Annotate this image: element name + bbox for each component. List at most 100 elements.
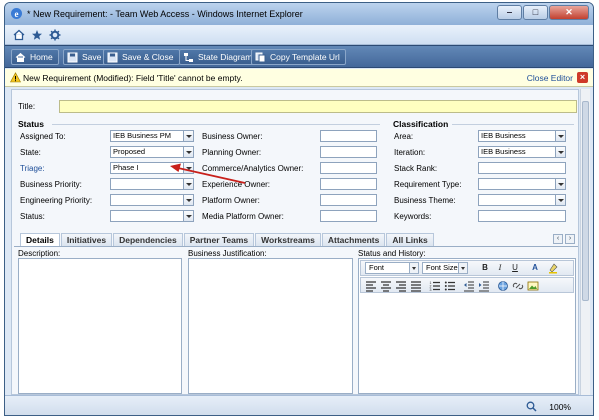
rich-text-toolbar-row1: Font Font Size B I U A — [360, 260, 574, 276]
close-editor-icon[interactable]: × — [577, 72, 588, 83]
chevron-down-icon[interactable] — [183, 211, 193, 221]
insert-hyperlink-icon[interactable] — [497, 280, 509, 292]
status-label: Status: — [20, 212, 45, 221]
ie-icon: e — [11, 8, 22, 19]
chevron-down-icon[interactable] — [183, 179, 193, 189]
underline-button[interactable]: U — [509, 262, 521, 274]
tab-strip: Details Initiatives Dependencies Partner… — [20, 233, 435, 246]
business-theme-dropdown[interactable] — [478, 194, 566, 206]
iteration-dropdown[interactable]: IEB Business — [478, 146, 566, 158]
requirement-type-dropdown[interactable] — [478, 178, 566, 190]
zoom-icon[interactable] — [526, 401, 537, 412]
triage-dropdown[interactable]: Phase I — [110, 162, 194, 174]
experience-owner-input[interactable] — [320, 178, 377, 190]
close-window-button[interactable]: ✕ — [549, 5, 589, 20]
favorites-star-icon[interactable] — [31, 29, 43, 41]
description-editor[interactable] — [18, 258, 182, 394]
chevron-down-icon[interactable] — [183, 147, 193, 157]
rich-text-toolbar-row2: 123 — [360, 277, 574, 293]
home-icon[interactable] — [13, 29, 25, 41]
business-owner-input[interactable] — [320, 130, 377, 142]
tab-scroll-right-icon[interactable]: › — [565, 234, 575, 244]
chevron-down-icon[interactable] — [183, 131, 193, 141]
close-icon: ✕ — [565, 7, 573, 17]
tab-dependencies[interactable]: Dependencies — [113, 233, 183, 246]
engineering-priority-dropdown[interactable] — [110, 194, 194, 206]
italic-button[interactable]: I — [494, 262, 506, 274]
save-close-icon — [107, 52, 118, 63]
commerce-analytics-owner-input[interactable] — [320, 162, 377, 174]
keywords-input[interactable] — [478, 210, 566, 222]
validation-message: New Requirement (Modified): Field 'Title… — [23, 73, 243, 83]
engineering-priority-label: Engineering Priority: — [20, 196, 93, 205]
minimize-button[interactable]: ‒ — [497, 5, 522, 20]
tools-gear-icon[interactable] — [49, 29, 61, 41]
status-dropdown[interactable] — [110, 210, 194, 222]
chevron-down-icon — [409, 263, 418, 273]
triage-label: Triage: — [20, 164, 45, 173]
home-button[interactable]: Home — [11, 49, 59, 65]
business-justification-editor[interactable] — [188, 258, 353, 394]
chevron-down-icon[interactable] — [555, 147, 565, 157]
align-left-icon[interactable] — [365, 280, 377, 292]
platform-owner-input[interactable] — [320, 194, 377, 206]
state-dropdown[interactable]: Proposed — [110, 146, 194, 158]
title-input[interactable] — [59, 100, 577, 113]
bold-button[interactable]: B — [479, 262, 491, 274]
copy-template-url-label: Copy Template Url — [270, 52, 340, 62]
font-select[interactable]: Font — [365, 262, 419, 274]
planning-owner-input[interactable] — [320, 146, 377, 158]
chevron-down-icon[interactable] — [183, 195, 193, 205]
media-platform-owner-input[interactable] — [320, 210, 377, 222]
warning-icon — [10, 72, 21, 83]
svg-text:e: e — [15, 9, 19, 19]
browser-command-bar — [5, 25, 593, 45]
home-icon — [15, 52, 26, 62]
chevron-down-icon[interactable] — [183, 163, 193, 173]
tab-scroll-left-icon[interactable]: ‹ — [553, 234, 563, 244]
chevron-down-icon[interactable] — [555, 131, 565, 141]
tab-initiatives[interactable]: Initiatives — [60, 233, 113, 246]
align-right-icon[interactable] — [395, 280, 407, 292]
maximize-button[interactable]: □ — [523, 5, 548, 20]
home-label: Home — [30, 52, 53, 62]
requirement-type-label: Requirement Type: — [394, 180, 462, 189]
insert-image-icon[interactable] — [527, 280, 539, 292]
state-label: State: — [20, 148, 41, 157]
remove-hyperlink-icon[interactable] — [512, 280, 524, 292]
state-diagram-label: State Diagram — [198, 52, 253, 62]
tab-partner-teams[interactable]: Partner Teams — [183, 233, 255, 246]
assigned-to-dropdown[interactable]: IEB Business PM — [110, 130, 194, 142]
decrease-indent-icon[interactable] — [463, 280, 475, 292]
business-priority-dropdown[interactable] — [110, 178, 194, 190]
tab-all-links[interactable]: All Links — [386, 233, 434, 246]
scrollbar-thumb[interactable] — [582, 101, 589, 301]
stack-rank-input[interactable] — [478, 162, 566, 174]
justify-icon[interactable] — [410, 280, 422, 292]
chevron-down-icon — [458, 263, 467, 273]
chevron-down-icon[interactable] — [555, 179, 565, 189]
tab-workstreams[interactable]: Workstreams — [255, 233, 321, 246]
align-center-icon[interactable] — [380, 280, 392, 292]
save-close-button[interactable]: Save & Close — [103, 49, 180, 65]
chevron-down-icon[interactable] — [555, 195, 565, 205]
maximize-icon: □ — [532, 7, 539, 17]
tab-attachments[interactable]: Attachments — [321, 233, 386, 246]
numbered-list-icon[interactable]: 123 — [429, 280, 441, 292]
media-platform-owner-label: Media Platform Owner: — [202, 212, 284, 221]
increase-indent-icon[interactable] — [478, 280, 490, 292]
state-diagram-button[interactable]: State Diagram — [179, 49, 259, 65]
font-color-button[interactable]: A — [529, 262, 541, 274]
copy-template-url-button[interactable]: Copy Template Url — [251, 49, 346, 65]
status-divider — [52, 124, 380, 125]
tab-details[interactable]: Details — [20, 233, 60, 246]
vertical-scrollbar[interactable] — [580, 89, 590, 395]
zoom-level[interactable]: 100% — [549, 402, 571, 412]
font-size-select[interactable]: Font Size — [422, 262, 468, 274]
save-button[interactable]: Save — [63, 49, 108, 65]
area-dropdown[interactable]: IEB Business — [478, 130, 566, 142]
highlight-color-icon[interactable] — [547, 262, 559, 274]
close-editor-link[interactable]: Close Editor — [527, 73, 573, 83]
area-value: IEB Business — [481, 131, 526, 140]
bullet-list-icon[interactable] — [444, 280, 456, 292]
